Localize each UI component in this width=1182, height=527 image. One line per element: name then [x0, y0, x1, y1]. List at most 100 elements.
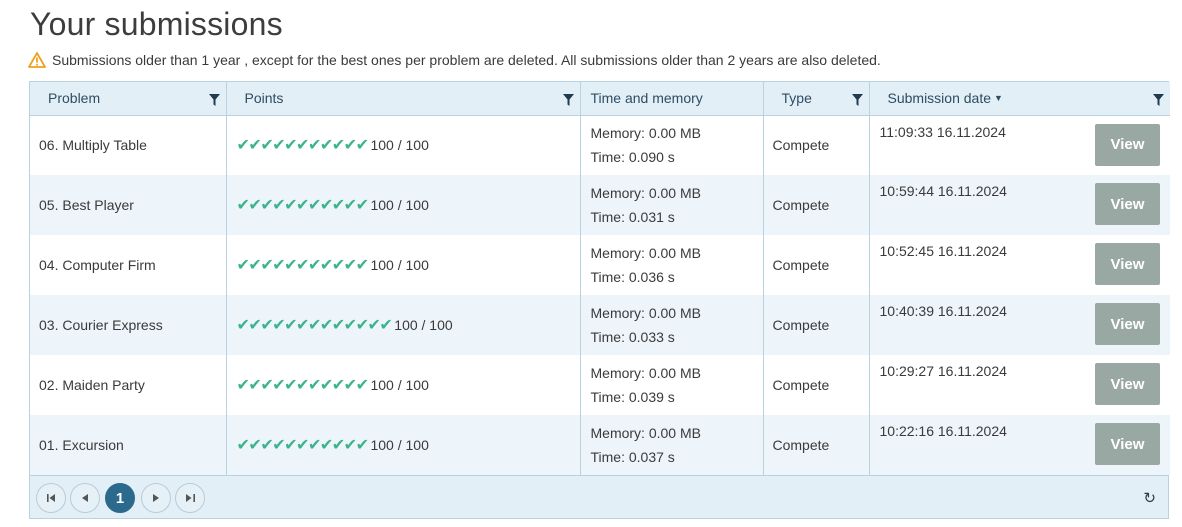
filter-icon[interactable] — [851, 94, 863, 106]
memory-value: Memory: 0.00 MB — [590, 185, 701, 201]
next-page-icon — [153, 494, 159, 502]
table-row: 05. Best Player ✔✔✔✔✔✔✔✔✔✔✔ 100 / 100 Mem… — [30, 175, 1170, 235]
time-memory-cell: Memory: 0.00 MB Time: 0.036 s — [580, 235, 764, 295]
test-checks: ✔✔✔✔✔✔✔✔✔✔✔ — [236, 377, 369, 394]
submission-date: 10:59:44 16.11.2024 — [879, 183, 1007, 199]
view-button[interactable]: View — [1095, 243, 1160, 285]
points-value: 100 / 100 — [370, 257, 429, 273]
points-value: 100 / 100 — [370, 437, 429, 453]
type-cell: Compete — [763, 295, 870, 355]
date-cell: 10:59:44 16.11.2024 View — [869, 175, 1170, 235]
problem-cell: 06. Multiply Table — [30, 115, 227, 175]
time-value: Time: 0.031 s — [590, 209, 675, 225]
page-button-current[interactable]: 1 — [105, 483, 135, 513]
points-value: 100 / 100 — [370, 377, 429, 393]
date-cell: 10:22:16 16.11.2024 View — [869, 415, 1170, 475]
points-value: 100 / 100 — [370, 137, 429, 154]
notice-text: Submissions older than 1 year , except f… — [52, 52, 881, 68]
date-cell: 10:40:39 16.11.2024 View — [869, 295, 1170, 355]
test-checks: ✔✔✔✔✔✔✔✔✔✔✔✔✔ — [236, 317, 393, 334]
first-page-button[interactable] — [36, 483, 66, 513]
table-header-row: Problem Points Time and memory Type Subm… — [30, 82, 1170, 116]
test-checks: ✔✔✔✔✔✔✔✔✔✔✔ — [236, 257, 369, 274]
view-button[interactable]: View — [1095, 183, 1160, 225]
retention-notice: Submissions older than 1 year , except f… — [28, 52, 881, 68]
problem-cell: 01. Excursion — [30, 415, 227, 475]
last-page-icon — [185, 494, 195, 502]
type-cell: Compete — [763, 235, 870, 295]
view-button[interactable]: View — [1095, 303, 1160, 345]
column-header-points[interactable]: Points — [226, 82, 581, 116]
type-cell: Compete — [763, 415, 870, 475]
problem-cell: 04. Computer Firm — [30, 235, 227, 295]
memory-value: Memory: 0.00 MB — [590, 305, 701, 321]
memory-value: Memory: 0.00 MB — [590, 245, 701, 261]
view-button[interactable]: View — [1095, 363, 1160, 405]
table-row: 01. Excursion ✔✔✔✔✔✔✔✔✔✔✔ 100 / 100 Memor… — [30, 415, 1170, 475]
view-button[interactable]: View — [1095, 123, 1160, 166]
refresh-icon[interactable]: ↻ — [1143, 489, 1156, 507]
time-value: Time: 0.090 s — [590, 149, 675, 166]
time-memory-cell: Memory: 0.00 MB Time: 0.033 s — [580, 295, 764, 355]
memory-value: Memory: 0.00 MB — [590, 425, 701, 441]
time-value: Time: 0.033 s — [590, 329, 675, 345]
submission-date: 10:40:39 16.11.2024 — [879, 303, 1007, 319]
memory-value: Memory: 0.00 MB — [590, 125, 701, 142]
submissions-grid: Problem Points Time and memory Type Subm… — [29, 81, 1170, 519]
first-page-icon — [46, 494, 55, 502]
date-cell: 10:52:45 16.11.2024 View — [869, 235, 1170, 295]
points-value: 100 / 100 — [394, 317, 453, 333]
time-memory-cell: Memory: 0.00 MB Time: 0.090 s — [580, 115, 764, 175]
previous-page-button[interactable] — [70, 483, 100, 513]
points-cell: ✔✔✔✔✔✔✔✔✔✔✔ 100 / 100 — [226, 415, 581, 475]
type-cell: Compete — [763, 355, 870, 415]
points-cell: ✔✔✔✔✔✔✔✔✔✔✔✔✔ 100 / 100 — [226, 295, 581, 355]
warning-triangle-icon — [28, 52, 46, 68]
points-value: 100 / 100 — [370, 197, 429, 213]
submission-date: 10:52:45 16.11.2024 — [879, 243, 1007, 259]
problem-cell: 03. Courier Express — [30, 295, 227, 355]
previous-page-icon — [82, 494, 88, 502]
time-value: Time: 0.039 s — [590, 389, 675, 405]
problem-cell: 02. Maiden Party — [30, 355, 227, 415]
table-row: 04. Computer Firm ✔✔✔✔✔✔✔✔✔✔✔ 100 / 100 M… — [30, 235, 1170, 295]
column-header-type[interactable]: Type — [763, 82, 870, 116]
test-checks: ✔✔✔✔✔✔✔✔✔✔✔ — [236, 137, 369, 155]
filter-icon[interactable] — [562, 94, 574, 106]
memory-value: Memory: 0.00 MB — [590, 365, 701, 381]
time-value: Time: 0.036 s — [590, 269, 675, 285]
time-memory-cell: Memory: 0.00 MB Time: 0.037 s — [580, 415, 764, 475]
time-memory-cell: Memory: 0.00 MB Time: 0.031 s — [580, 175, 764, 235]
points-cell: ✔✔✔✔✔✔✔✔✔✔✔ 100 / 100 — [226, 355, 581, 415]
time-memory-cell: Memory: 0.00 MB Time: 0.039 s — [580, 355, 764, 415]
page-title: Your submissions — [30, 6, 283, 42]
table-row: 03. Courier Express ✔✔✔✔✔✔✔✔✔✔✔✔✔ 100 / 1… — [30, 295, 1170, 355]
submission-date: 10:29:27 16.11.2024 — [879, 363, 1007, 379]
table-row: 02. Maiden Party ✔✔✔✔✔✔✔✔✔✔✔ 100 / 100 Me… — [30, 355, 1170, 415]
date-cell: 10:29:27 16.11.2024 View — [869, 355, 1170, 415]
pager: 1 ↻ — [30, 475, 1168, 518]
points-cell: ✔✔✔✔✔✔✔✔✔✔✔ 100 / 100 — [226, 175, 581, 235]
column-header-submission-date[interactable]: Submission date ▼ — [869, 82, 1170, 116]
next-page-button[interactable] — [141, 483, 171, 513]
points-cell: ✔✔✔✔✔✔✔✔✔✔✔ 100 / 100 — [226, 235, 581, 295]
column-header-time-memory[interactable]: Time and memory — [580, 82, 764, 116]
sort-descending-icon: ▼ — [994, 93, 1003, 104]
submission-date: 11:09:33 16.11.2024 — [879, 123, 1006, 140]
last-page-button[interactable] — [175, 483, 205, 513]
type-cell: Compete — [763, 115, 870, 175]
type-cell: Compete — [763, 175, 870, 235]
table-row: 06. Multiply Table ✔✔✔✔✔✔✔✔✔✔✔ 100 / 100 … — [30, 115, 1170, 175]
points-cell: ✔✔✔✔✔✔✔✔✔✔✔ 100 / 100 — [226, 115, 581, 175]
time-value: Time: 0.037 s — [590, 449, 675, 465]
problem-cell: 05. Best Player — [30, 175, 227, 235]
column-header-problem[interactable]: Problem — [30, 82, 227, 116]
date-cell: 11:09:33 16.11.2024 View — [869, 115, 1170, 175]
submissions-table: Problem Points Time and memory Type Subm… — [30, 82, 1170, 475]
test-checks: ✔✔✔✔✔✔✔✔✔✔✔ — [236, 197, 369, 214]
view-button[interactable]: View — [1095, 423, 1160, 465]
filter-icon[interactable] — [208, 94, 220, 106]
submission-date: 10:22:16 16.11.2024 — [879, 423, 1007, 439]
test-checks: ✔✔✔✔✔✔✔✔✔✔✔ — [236, 437, 369, 454]
filter-icon[interactable] — [1153, 94, 1164, 106]
